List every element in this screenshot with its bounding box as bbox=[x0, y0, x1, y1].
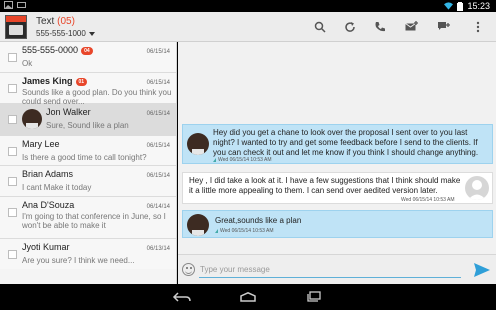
avatar bbox=[465, 176, 489, 200]
title-area[interactable]: Text (05) 555-555-1000 bbox=[36, 16, 95, 38]
thread-item[interactable]: 555-555-0000 04 06/15/14 Ok bbox=[0, 42, 176, 73]
notification-image-icon bbox=[4, 1, 13, 9]
avatar bbox=[22, 109, 42, 129]
thread-date: 06/15/14 bbox=[146, 80, 170, 86]
thread-checkbox[interactable] bbox=[8, 177, 17, 186]
thread-snippet: Ok bbox=[22, 59, 33, 68]
line-selector[interactable]: 555-555-1000 bbox=[36, 29, 95, 38]
message-text: Hey did you get a chane to look over the… bbox=[213, 128, 479, 157]
compose-bar bbox=[178, 254, 496, 284]
emoji-icon[interactable] bbox=[182, 263, 195, 276]
battery-icon bbox=[457, 1, 464, 11]
search-button[interactable] bbox=[310, 18, 330, 36]
thread-name: Jon Walker bbox=[46, 107, 91, 117]
thread-snippet: Is there a good time to call tonight? bbox=[22, 153, 147, 162]
thread-snippet: Are you sure? I think we need... bbox=[22, 256, 135, 265]
thread-date: 06/13/14 bbox=[146, 246, 170, 252]
thread-checkbox[interactable] bbox=[8, 84, 17, 93]
send-icon[interactable] bbox=[474, 263, 490, 277]
thread-checkbox[interactable] bbox=[8, 53, 17, 62]
overflow-menu-icon bbox=[476, 21, 480, 33]
thread-checkbox[interactable] bbox=[8, 147, 17, 156]
home-button[interactable] bbox=[236, 289, 260, 305]
logo-message-icon bbox=[9, 25, 23, 35]
thread-checkbox[interactable] bbox=[8, 115, 17, 124]
message-timestamp: Wed 06/15/14 10:53 AM bbox=[213, 157, 272, 163]
delivered-icon bbox=[213, 157, 216, 162]
clock: 15:23 bbox=[467, 1, 490, 11]
thread-name: Ana D'Souza bbox=[22, 200, 75, 210]
home-icon bbox=[240, 292, 256, 302]
recent-apps-icon bbox=[307, 291, 321, 302]
message-timestamp: Wed 06/15/14 10:53 AM bbox=[401, 197, 455, 203]
thread-item[interactable]: James King 01 06/15/14 Sounds like a good… bbox=[0, 73, 176, 106]
thread-snippet: I'm going to that conference in June, so… bbox=[22, 212, 166, 230]
message-text: Great,sounds like a plan bbox=[215, 216, 302, 225]
status-bar: 15:23 bbox=[0, 0, 496, 12]
call-icon bbox=[375, 22, 385, 32]
thread-item[interactable]: Ana D'Souza 06/14/14 I'm going to that c… bbox=[0, 197, 176, 239]
recents-button[interactable] bbox=[302, 289, 326, 305]
wifi-icon bbox=[444, 2, 454, 10]
thread-snippet: Sure, Sound like a plan bbox=[46, 121, 129, 130]
conversation-pane: Hey did you get a chane to look over the… bbox=[178, 42, 496, 284]
navigation-bar bbox=[0, 284, 496, 310]
line-number: 555-555-1000 bbox=[36, 29, 86, 38]
thread-item[interactable]: Jyoti Kumar 06/13/14 Are you sure? I thi… bbox=[0, 239, 176, 269]
thread-item[interactable]: Mary Lee 06/15/14 Is there a good time t… bbox=[0, 136, 176, 166]
title-text: Text bbox=[36, 16, 55, 27]
message-input[interactable] bbox=[199, 261, 461, 278]
action-bar: Text (05) 555-555-1000 bbox=[0, 12, 496, 42]
message-bubble-incoming[interactable]: Hey did you get a chane to look over the… bbox=[182, 124, 493, 164]
avatar bbox=[187, 133, 209, 155]
thread-name: Jyoti Kumar bbox=[22, 242, 70, 252]
person-placeholder-icon bbox=[468, 180, 486, 200]
back-button[interactable] bbox=[170, 289, 194, 305]
thread-item[interactable]: Brian Adams 06/15/14 I cant Make it toda… bbox=[0, 166, 176, 197]
new-conversation-button[interactable] bbox=[434, 18, 454, 36]
new-conversation-icon bbox=[438, 22, 450, 30]
thread-date: 06/15/14 bbox=[146, 173, 170, 179]
notification-keyboard-icon bbox=[17, 2, 26, 8]
refresh-button[interactable] bbox=[340, 18, 360, 36]
app-logo[interactable] bbox=[5, 15, 27, 39]
thread-date: 06/15/14 bbox=[146, 49, 170, 55]
thread-name: Brian Adams bbox=[22, 169, 74, 179]
thread-checkbox[interactable] bbox=[8, 208, 17, 217]
call-button[interactable] bbox=[370, 18, 390, 36]
thread-date: 06/14/14 bbox=[146, 204, 170, 210]
thread-name: Mary Lee bbox=[22, 139, 60, 149]
unread-badge: 01 bbox=[75, 77, 88, 86]
thread-date: 06/15/14 bbox=[146, 111, 170, 117]
thread-name: 555-555-0000 04 bbox=[22, 45, 93, 55]
message-text: Hey , I did take a look at it. I have a … bbox=[189, 176, 461, 195]
thread-checkbox[interactable] bbox=[8, 250, 17, 259]
back-icon bbox=[172, 292, 191, 302]
avatar bbox=[187, 214, 209, 236]
delivered-icon bbox=[215, 228, 218, 233]
refresh-icon bbox=[345, 22, 355, 32]
dropdown-caret-icon bbox=[88, 31, 95, 36]
new-message-icon bbox=[405, 21, 418, 31]
thread-snippet: I cant Make it today bbox=[22, 183, 92, 192]
page-title: Text (05) bbox=[36, 16, 95, 27]
overflow-menu-button[interactable] bbox=[468, 18, 488, 36]
logo-banner bbox=[6, 16, 26, 22]
thread-name: James King 01 bbox=[22, 76, 88, 86]
unread-badge: 04 bbox=[81, 46, 93, 55]
thread-date: 06/15/14 bbox=[146, 143, 170, 149]
thread-list: 555-555-0000 04 06/15/14 Ok James King 01 … bbox=[0, 42, 177, 284]
new-message-button[interactable] bbox=[402, 18, 422, 36]
message-timestamp: Wed 06/15/14 10:53 AM bbox=[215, 228, 274, 234]
unread-count: (05) bbox=[57, 16, 75, 27]
search-icon bbox=[314, 21, 326, 33]
message-bubble-incoming[interactable]: Great,sounds like a plan Wed 06/15/14 10… bbox=[182, 210, 493, 238]
message-bubble-outgoing[interactable]: Hey , I did take a look at it. I have a … bbox=[182, 172, 493, 204]
thread-item-selected[interactable]: Jon Walker 06/15/14 Sure, Sound like a p… bbox=[0, 104, 176, 136]
